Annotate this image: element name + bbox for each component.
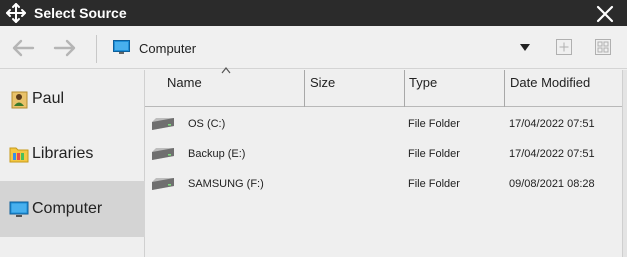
vertical-scrollbar[interactable] <box>622 70 627 257</box>
file-list: Name Size Type Date Modified OS (C:) Fil… <box>145 67 622 257</box>
triangle-down-icon[interactable] <box>518 41 532 53</box>
cell-name: Backup (E:) <box>188 148 246 160</box>
cell-type: File Folder <box>408 178 460 190</box>
cell-type: File Folder <box>408 148 460 160</box>
cell-type: File Folder <box>408 118 460 130</box>
grid-icon[interactable] <box>594 38 612 56</box>
column-header-name[interactable]: Name <box>145 67 305 107</box>
sort-ascending-icon <box>221 67 231 74</box>
arrow-right-icon[interactable] <box>53 38 77 58</box>
cell-date: 09/08/2021 08:28 <box>509 178 595 190</box>
hard-drive-icon <box>152 118 174 130</box>
select-source-dialog: Select Source Computer Paul Libraries Co… <box>0 0 627 257</box>
column-header-type[interactable]: Type <box>405 70 505 107</box>
close-icon[interactable] <box>596 5 614 23</box>
location-path[interactable]: Computer <box>139 41 196 56</box>
plus-box-icon[interactable] <box>555 38 573 56</box>
cell-date: 17/04/2022 07:51 <box>509 148 595 160</box>
monitor-icon <box>113 40 130 54</box>
column-label: Size <box>310 75 336 90</box>
move-arrows-icon <box>6 3 26 23</box>
column-header-row: Name Size Type Date Modified <box>145 67 622 107</box>
column-label: Date Modified <box>510 75 591 90</box>
column-label: Type <box>409 75 438 90</box>
window-title: Select Source <box>34 5 127 21</box>
column-header-size[interactable]: Size <box>305 70 405 107</box>
column-label: Name <box>167 75 202 90</box>
title-bar: Select Source <box>0 0 627 26</box>
sidebar-item-libraries[interactable]: Libraries <box>0 126 145 182</box>
user-icon <box>11 91 28 109</box>
toolbar: Computer <box>0 26 627 69</box>
cell-name: SAMSUNG (F:) <box>188 178 264 190</box>
hard-drive-icon <box>152 148 174 160</box>
table-row[interactable]: OS (C:) File Folder 17/04/2022 07:51 <box>145 110 622 140</box>
cell-name: OS (C:) <box>188 118 226 130</box>
sidebar-item-computer[interactable]: Computer <box>0 181 145 237</box>
sidebar-item-label: Paul <box>32 90 65 107</box>
arrow-left-icon[interactable] <box>11 38 35 58</box>
sidebar-item-paul[interactable]: Paul <box>0 71 145 127</box>
toolbar-divider <box>96 35 97 63</box>
sidebar-item-label: Computer <box>32 200 103 217</box>
table-row[interactable]: SAMSUNG (F:) File Folder 09/08/2021 08:2… <box>145 170 622 200</box>
sidebar: Paul Libraries Computer <box>0 70 145 257</box>
sidebar-item-label: Libraries <box>32 145 94 162</box>
monitor-icon <box>9 201 29 217</box>
library-folder-icon <box>9 147 29 163</box>
hard-drive-icon <box>152 178 174 190</box>
column-header-date-modified[interactable]: Date Modified <box>505 70 622 107</box>
cell-date: 17/04/2022 07:51 <box>509 118 595 130</box>
table-row[interactable]: Backup (E:) File Folder 17/04/2022 07:51 <box>145 140 622 170</box>
